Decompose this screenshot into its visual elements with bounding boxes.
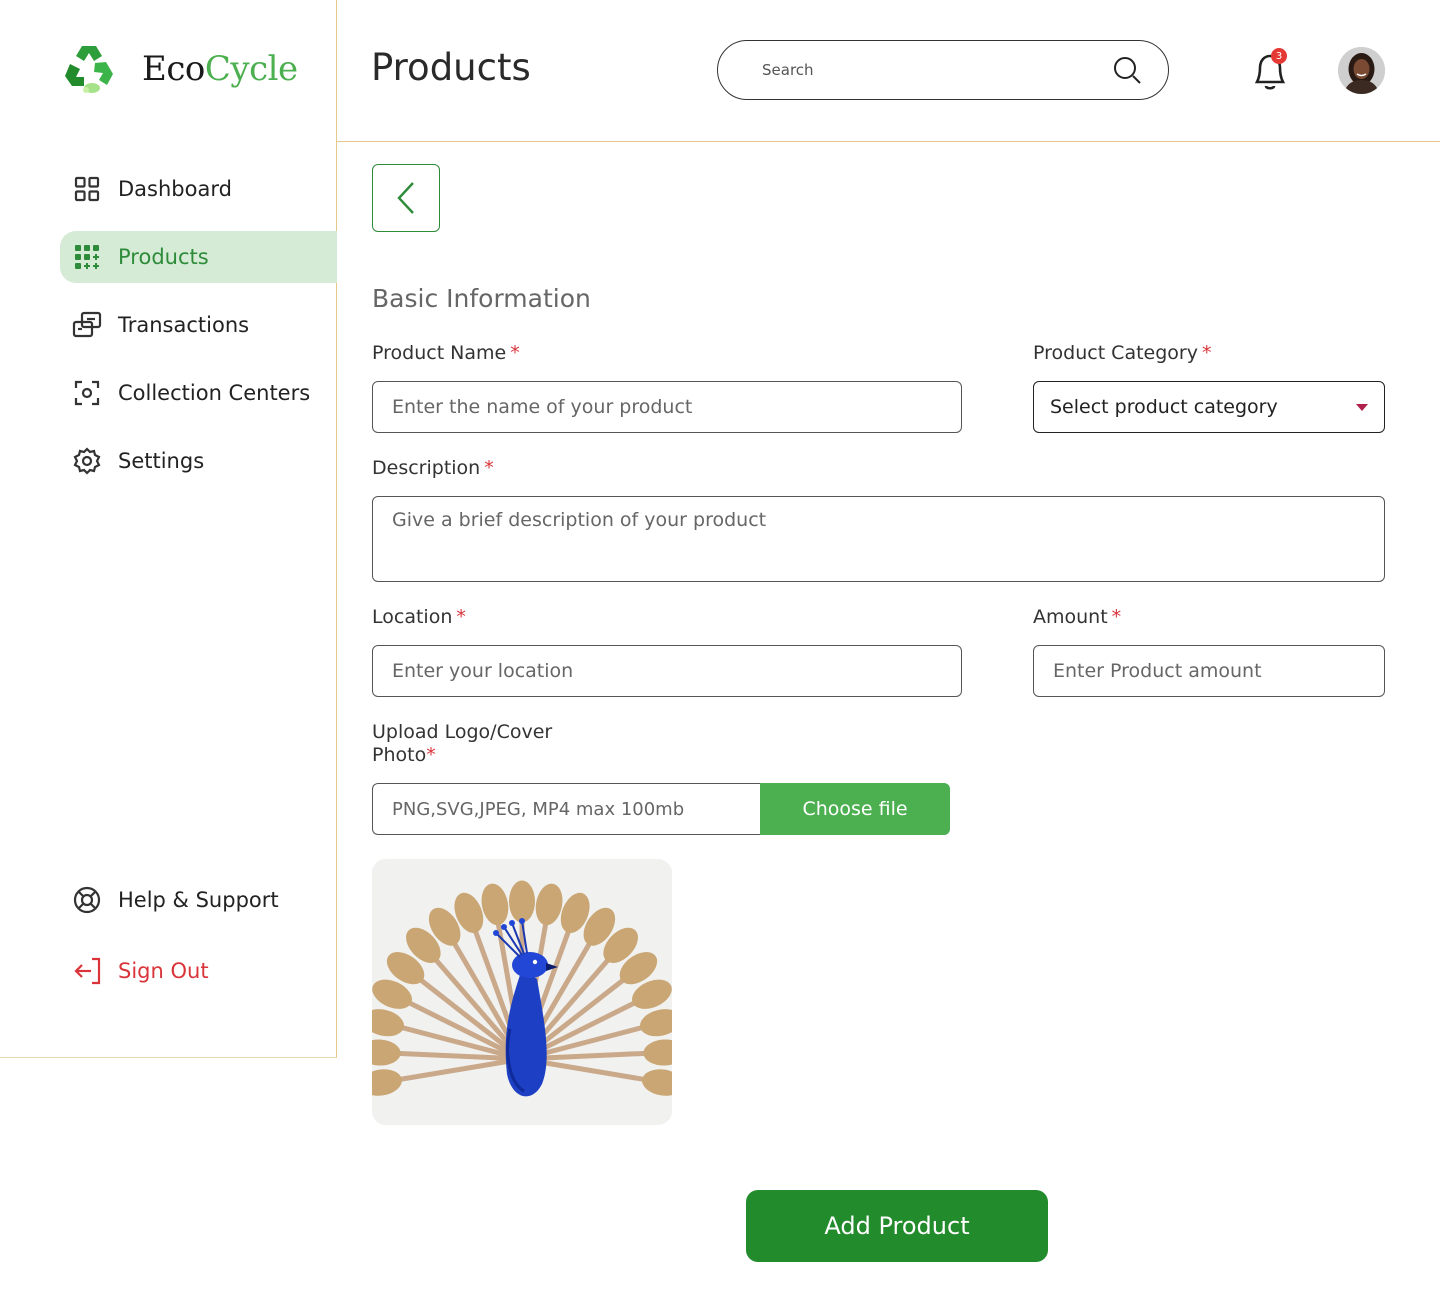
- recycle-logo-icon: [65, 46, 113, 93]
- gear-icon: [72, 446, 102, 476]
- product-category-label: Product Category *: [1033, 342, 1211, 364]
- grid-icon: [72, 174, 102, 204]
- section-title: Basic Information: [372, 284, 591, 313]
- file-upload-field[interactable]: PNG,SVG,JPEG, MP4 max 100mb: [372, 783, 761, 835]
- sidebar-item-label: Dashboard: [118, 177, 232, 201]
- required-mark: *: [510, 342, 520, 364]
- spoon-bowl: [509, 880, 535, 923]
- description-label-text: Description: [372, 457, 481, 479]
- required-mark: *: [426, 744, 436, 766]
- page-title: Products: [371, 46, 531, 89]
- product-name-input[interactable]: [372, 381, 962, 433]
- search-input[interactable]: [762, 61, 1112, 79]
- brand-logo[interactable]: EcoCycle: [62, 42, 298, 96]
- choose-file-button[interactable]: Choose file: [760, 783, 950, 835]
- required-mark: *: [1111, 606, 1122, 628]
- upload-label-line2: Photo: [372, 744, 427, 766]
- sidebar-item-label: Help & Support: [118, 888, 279, 912]
- file-upload-hint: PNG,SVG,JPEG, MP4 max 100mb: [392, 798, 685, 820]
- sidebar-item-label: Transactions: [118, 313, 250, 337]
- sidebar-item-label: Sign Out: [118, 959, 209, 983]
- transactions-icon: [72, 310, 102, 340]
- sidebar-item-label: Collection Centers: [118, 381, 311, 405]
- upload-label-line1: Upload Logo/Cover: [372, 721, 553, 743]
- search-icon[interactable]: [1112, 55, 1142, 85]
- upload-label-line2-wrap: Photo*: [372, 744, 552, 767]
- product-category-select[interactable]: Select product category: [1033, 381, 1385, 433]
- sidebar-item-collection-centers[interactable]: Collection Centers: [60, 367, 337, 419]
- sidebar-item-products[interactable]: Products: [60, 231, 337, 283]
- sidebar-item-dashboard[interactable]: Dashboard: [60, 163, 337, 215]
- product-name-label: Product Name *: [372, 342, 520, 364]
- location-label-text: Location: [372, 606, 453, 628]
- peacock-spoon-art-image: [372, 859, 672, 1125]
- upload-label: Upload Logo/Cover Photo*: [372, 721, 552, 767]
- sidebar-item-label: Settings: [118, 449, 205, 473]
- required-mark: *: [456, 606, 466, 628]
- search-bar[interactable]: [717, 40, 1169, 100]
- description-textarea[interactable]: [372, 496, 1385, 582]
- product-category-label-text: Product Category: [1033, 342, 1198, 364]
- sign-out-icon: [72, 956, 102, 986]
- brand-name-part2: Cycle: [204, 49, 298, 89]
- avatar[interactable]: [1338, 47, 1385, 94]
- caret-down-icon: [1356, 403, 1368, 411]
- sidebar-item-label: Products: [118, 245, 209, 269]
- brand-name-part1: Eco: [142, 49, 205, 89]
- sidebar: EcoCycle Dashboard Products Transactions…: [0, 0, 337, 1058]
- sidebar-item-settings[interactable]: Settings: [60, 435, 337, 487]
- sidebar-item-transactions[interactable]: Transactions: [60, 299, 337, 351]
- add-product-button[interactable]: Add Product: [746, 1190, 1048, 1262]
- sidebar-item-sign-out[interactable]: Sign Out: [60, 945, 337, 997]
- amount-label-text: Amount: [1033, 606, 1108, 628]
- sidebar-item-help-support[interactable]: Help & Support: [60, 874, 337, 926]
- scan-icon: [72, 378, 102, 408]
- amount-label: Amount *: [1033, 606, 1121, 628]
- product-category-value: Select product category: [1050, 396, 1278, 418]
- amount-input[interactable]: [1033, 645, 1385, 697]
- uploaded-image-preview: [372, 859, 672, 1125]
- lifebuoy-icon: [72, 885, 102, 915]
- chevron-left-icon: [397, 182, 414, 214]
- location-label: Location *: [372, 606, 466, 628]
- product-name-label-text: Product Name: [372, 342, 507, 364]
- notification-badge: 3: [1271, 48, 1287, 64]
- required-mark: *: [1201, 342, 1212, 364]
- brand-name: EcoCycle: [142, 49, 298, 89]
- description-label: Description *: [372, 457, 494, 479]
- required-mark: *: [484, 457, 494, 479]
- products-grid-icon: [72, 242, 102, 272]
- location-input[interactable]: [372, 645, 962, 697]
- top-header: Products 3: [337, 0, 1440, 142]
- back-button[interactable]: [372, 164, 440, 232]
